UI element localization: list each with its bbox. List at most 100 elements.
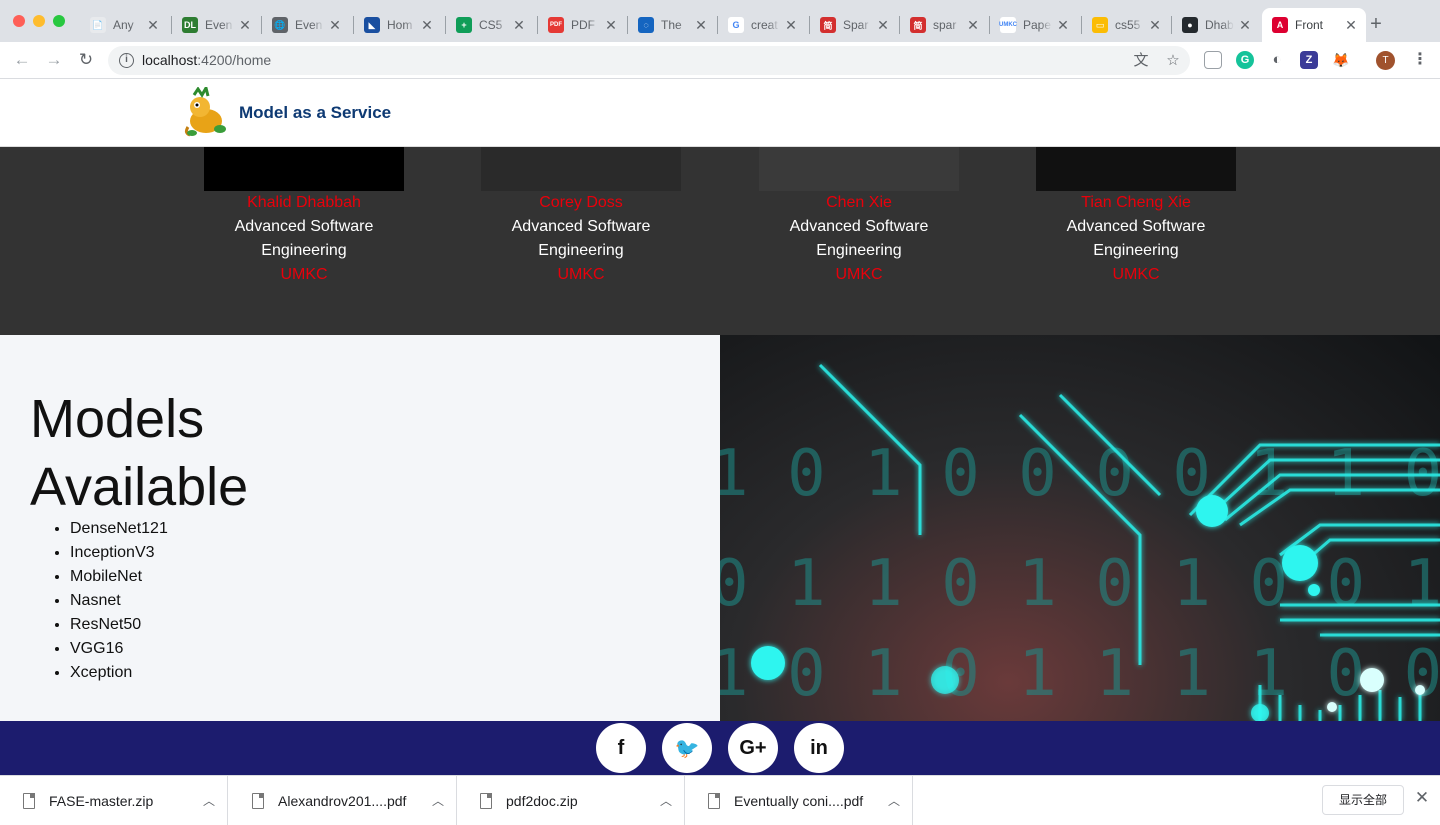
- tab-favicon-icon: 简: [820, 17, 836, 33]
- tab-title: Any: [113, 18, 134, 32]
- download-item[interactable]: Eventually coni....pdf ︿: [685, 776, 913, 825]
- extension-doc-icon[interactable]: [1204, 51, 1222, 69]
- address-bar[interactable]: i localhost:4200/home 文 ☆: [108, 46, 1190, 75]
- tab-separator: [1081, 16, 1082, 34]
- download-item[interactable]: FASE-master.zip ︿: [0, 776, 228, 825]
- download-shelf: FASE-master.zip ︿ Alexandrov201....pdf ︿ pdf…: [0, 775, 1440, 825]
- maximize-window-button[interactable]: [53, 15, 65, 27]
- close-window-button[interactable]: [13, 15, 25, 27]
- google-plus-icon[interactable]: G+: [728, 723, 778, 773]
- reload-button[interactable]: ↻: [76, 50, 96, 70]
- tab-close-icon[interactable]: ✕: [328, 17, 342, 34]
- team-member-photo: [1036, 147, 1236, 191]
- browser-tab[interactable]: 简 Spar ✕: [810, 8, 898, 42]
- team-member-course: Advanced Software Engineering: [1066, 218, 1206, 259]
- download-filename: Eventually coni....pdf: [734, 792, 864, 809]
- team-member-card: Tian Cheng Xie Advanced Software Engineer…: [1036, 147, 1236, 287]
- metamask-icon[interactable]: 🦊: [1332, 51, 1350, 69]
- tab-separator: [353, 16, 354, 34]
- model-list-item: ResNet50: [70, 613, 168, 637]
- url-host: localhost: [142, 52, 198, 68]
- tab-close-icon[interactable]: ✕: [1238, 17, 1252, 34]
- team-member-course: Advanced Software Engineering: [234, 218, 374, 259]
- model-list-item: Nasnet: [70, 589, 168, 613]
- tab-close-icon[interactable]: ✕: [966, 17, 980, 34]
- tab-close-icon[interactable]: ✕: [512, 17, 526, 34]
- minimize-window-button[interactable]: [33, 15, 45, 27]
- model-list-item: MobileNet: [70, 565, 168, 589]
- tab-close-icon[interactable]: ✕: [604, 17, 618, 34]
- browser-tab[interactable]: ◣ Hom ✕: [354, 8, 442, 42]
- browser-tab[interactable]: + CS5 ✕: [446, 8, 534, 42]
- close-download-shelf-icon[interactable]: ✕: [1414, 788, 1430, 808]
- browser-tab[interactable]: 🌐 Even ✕: [262, 8, 350, 42]
- browser-tab[interactable]: ● Dhab ✕: [1172, 8, 1260, 42]
- tab-close-icon[interactable]: ✕: [1056, 17, 1070, 34]
- back-button[interactable]: ←: [12, 50, 32, 70]
- browser-tab[interactable]: 简 spar ✕: [900, 8, 988, 42]
- browser-tab[interactable]: ▭ cs55 ✕: [1082, 8, 1170, 42]
- show-all-downloads-button[interactable]: 显示全部: [1322, 785, 1404, 815]
- tab-title: cs55: [1115, 18, 1141, 32]
- browser-tab[interactable]: DL Even ✕: [172, 8, 260, 42]
- tab-close-icon[interactable]: ✕: [1344, 17, 1358, 34]
- tab-favicon-icon: 简: [910, 17, 926, 33]
- team-member-card: Corey Doss Advanced Software Engineering U…: [481, 147, 681, 287]
- profile-avatar[interactable]: T: [1376, 51, 1395, 70]
- mascot-logo-icon[interactable]: [180, 87, 232, 139]
- tab-separator: [537, 16, 538, 34]
- bookmark-star-icon[interactable]: ☆: [1164, 52, 1182, 70]
- file-icon: [708, 792, 720, 809]
- brand-title[interactable]: Model as a Service: [239, 103, 391, 123]
- team-member-photo: [759, 147, 959, 191]
- download-item[interactable]: pdf2doc.zip ︿: [457, 776, 685, 825]
- site-info-icon[interactable]: i: [119, 53, 134, 68]
- chevron-up-icon[interactable]: ︿: [432, 792, 444, 809]
- tab-title: Dhab: [1205, 18, 1234, 32]
- forward-button[interactable]: →: [44, 50, 64, 70]
- tab-close-icon[interactable]: ✕: [238, 17, 252, 34]
- extension-sync-icon[interactable]: ◐: [1268, 51, 1286, 69]
- tab-close-icon[interactable]: ✕: [784, 17, 798, 34]
- tab-separator: [989, 16, 990, 34]
- team-member-course: Advanced Software Engineering: [511, 218, 651, 259]
- tab-favicon-icon: G: [728, 17, 744, 33]
- browser-tab[interactable]: ◌ The ✕: [628, 8, 716, 42]
- browser-tab[interactable]: PDF PDF ✕: [538, 8, 626, 42]
- chevron-up-icon[interactable]: ︿: [203, 792, 215, 809]
- circuit-digit-row: 0 1 1 0 1 0 1 0 0 1 1: [720, 547, 1440, 621]
- tab-favicon-icon: A: [1272, 17, 1288, 33]
- team-member-name: Khalid Dhabbah: [247, 194, 361, 211]
- browser-tab[interactable]: UMKC Pape ✕: [990, 8, 1078, 42]
- tab-separator: [627, 16, 628, 34]
- tab-close-icon[interactable]: ✕: [420, 17, 434, 34]
- team-member-card: Chen Xie Advanced Software Engineering UMK…: [759, 147, 959, 287]
- new-tab-button[interactable]: +: [1366, 12, 1386, 36]
- tab-close-icon[interactable]: ✕: [876, 17, 890, 34]
- chevron-up-icon[interactable]: ︿: [888, 792, 900, 809]
- grammarly-icon[interactable]: G: [1236, 51, 1254, 69]
- browser-tab[interactable]: Gcreat ✕: [718, 8, 806, 42]
- facebook-icon[interactable]: f: [596, 723, 646, 773]
- address-url[interactable]: localhost:4200/home: [142, 52, 271, 68]
- linkedin-icon[interactable]: in: [794, 723, 844, 773]
- team-member-name: Tian Cheng Xie: [1081, 194, 1191, 211]
- zotero-icon[interactable]: Z: [1300, 51, 1318, 69]
- file-icon: [23, 792, 35, 809]
- team-member-photo: [204, 147, 404, 191]
- model-list-item: Xception: [70, 661, 168, 685]
- browser-tab[interactable]: 📄 Any ✕: [80, 8, 168, 42]
- tab-close-icon[interactable]: ✕: [1148, 17, 1162, 34]
- tab-separator: [1171, 16, 1172, 34]
- tab-strip: 📄 Any ✕ DL Even ✕ 🌐 Even ✕ ◣ Hom ✕ + CS5 ✕ PDF PDF ✕ ◌ The ✕…: [0, 0, 1440, 42]
- tab-close-icon[interactable]: ✕: [146, 17, 160, 34]
- download-item[interactable]: Alexandrov201....pdf ︿: [229, 776, 457, 825]
- team-member-name: Corey Doss: [539, 194, 623, 211]
- browser-tab[interactable]: A Front ✕: [1262, 8, 1366, 42]
- tab-close-icon[interactable]: ✕: [694, 17, 708, 34]
- team-member-school: UMKC: [835, 266, 883, 283]
- translate-icon[interactable]: 文: [1132, 52, 1150, 70]
- twitter-icon[interactable]: 🐦: [662, 723, 712, 773]
- chevron-up-icon[interactable]: ︿: [660, 792, 672, 809]
- browser-menu-icon[interactable]: ⋮: [1412, 50, 1428, 70]
